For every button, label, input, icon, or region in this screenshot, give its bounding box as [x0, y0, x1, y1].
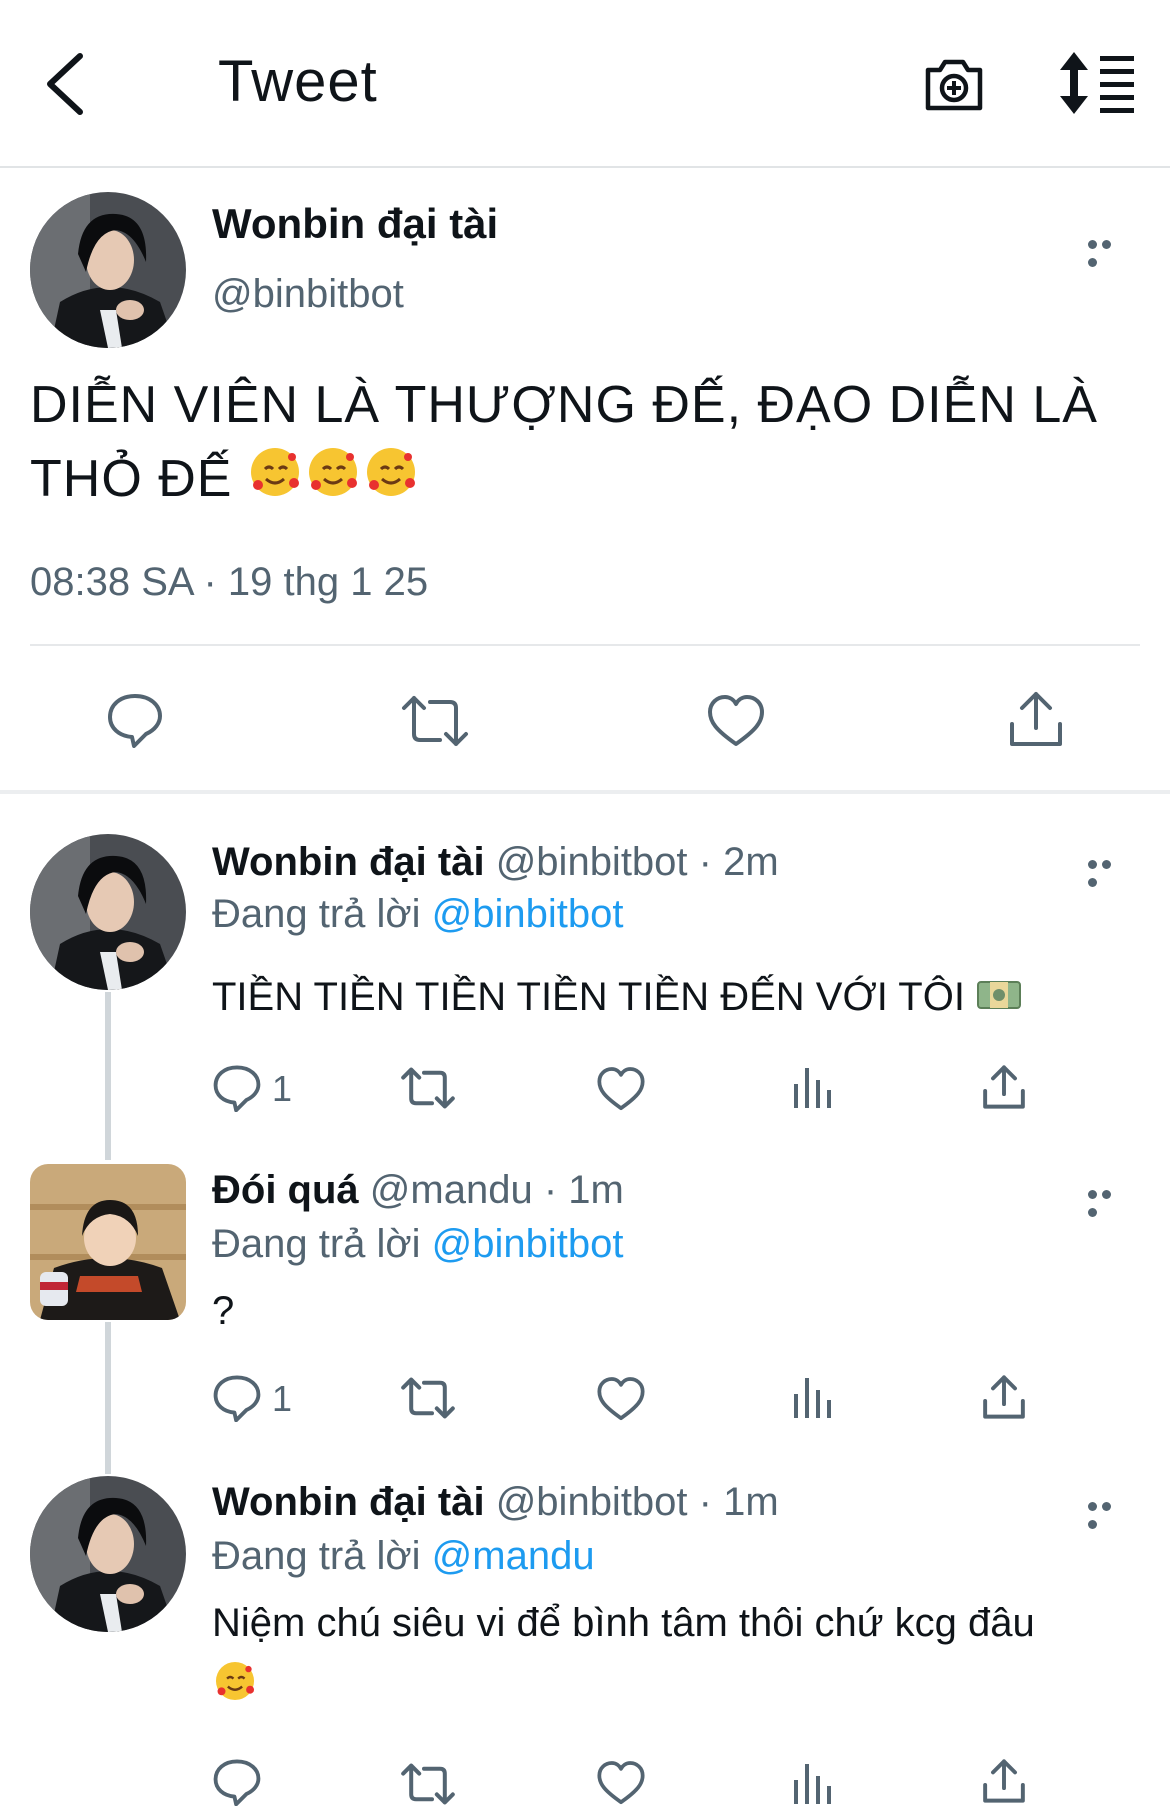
retweet-icon[interactable]	[400, 694, 470, 748]
tweet-text: DIỄN VIÊN LÀ THƯỢNG ĐẾ, ĐẠO DIỄN LÀ THỎ …	[30, 368, 1140, 521]
share-icon[interactable]	[982, 1758, 1026, 1804]
section-divider	[0, 790, 1170, 794]
reply-header: Wonbin đại tài @binbitbot · 1m	[212, 1476, 779, 1528]
avatar[interactable]	[30, 834, 186, 990]
share-icon[interactable]	[1008, 690, 1064, 748]
avatar[interactable]	[30, 1476, 186, 1632]
mention-link[interactable]: @binbitbot	[432, 892, 624, 936]
share-icon[interactable]	[982, 1374, 1026, 1420]
views-icon[interactable]	[792, 1376, 834, 1420]
reply-icon[interactable]	[212, 1374, 262, 1422]
reply-time: · 1m	[698, 1480, 779, 1524]
thread-line	[105, 992, 111, 1160]
author-name[interactable]: Wonbin đại tài	[212, 1480, 485, 1524]
retweet-icon[interactable]	[400, 1066, 456, 1110]
reply-icon[interactable]	[212, 1758, 262, 1806]
avatar[interactable]	[30, 1164, 186, 1320]
mention-link[interactable]: @mandu	[432, 1534, 595, 1578]
reply-count: 1	[272, 1068, 293, 1109]
tweet-timestamp[interactable]: 08:38 SA · 19 thg 1 25	[30, 560, 428, 605]
author-handle[interactable]: @binbitbot	[496, 840, 688, 884]
like-icon[interactable]	[596, 1376, 646, 1422]
reply-text: Niệm chú siêu vi để bình tâm thôi chứ kc…	[212, 1590, 1142, 1724]
author-name[interactable]: Đói quá	[212, 1168, 359, 1212]
reply-icon[interactable]	[106, 692, 164, 748]
sort-icon[interactable]	[1058, 50, 1136, 116]
avatar[interactable]	[30, 192, 186, 348]
retweet-icon[interactable]	[400, 1376, 456, 1420]
more-icon[interactable]	[1088, 1186, 1128, 1217]
views-icon[interactable]	[792, 1066, 834, 1110]
reply-time: · 1m	[543, 1168, 624, 1212]
back-arrow-icon[interactable]	[42, 52, 92, 116]
money-emoji	[976, 966, 1022, 1032]
reply-time: · 2m	[698, 840, 779, 884]
author-handle[interactable]: @mandu	[370, 1168, 533, 1212]
reply-count: 1	[272, 1378, 293, 1419]
reply-text: TIỀN TIỀN TIỀN TIỀN TIỀN ĐẾN VỚI TÔI	[212, 964, 1142, 1032]
like-icon[interactable]	[596, 1066, 646, 1112]
top-bar	[0, 0, 1170, 168]
retweet-icon[interactable]	[400, 1762, 456, 1806]
more-icon[interactable]	[1088, 236, 1128, 267]
author-name[interactable]: Wonbin đại tài	[212, 200, 498, 248]
author-name[interactable]: Wonbin đại tài	[212, 840, 485, 884]
reply-header: Đói quá @mandu · 1m	[212, 1164, 624, 1216]
replying-to: Đang trả lời @binbitbot	[212, 1222, 624, 1266]
more-icon[interactable]	[1088, 1498, 1128, 1529]
mention-link[interactable]: @binbitbot	[432, 1222, 624, 1266]
author-handle[interactable]: @binbitbot	[212, 272, 404, 317]
divider	[30, 644, 1140, 646]
like-icon[interactable]	[596, 1760, 646, 1806]
share-icon[interactable]	[982, 1064, 1026, 1110]
author-handle[interactable]: @binbitbot	[496, 1480, 688, 1524]
replying-to: Đang trả lời @binbitbot	[212, 892, 624, 936]
camera-add-icon[interactable]	[922, 52, 986, 116]
smiling-hearts-emoji	[248, 443, 418, 521]
views-icon[interactable]	[792, 1762, 834, 1806]
thread-line	[105, 1322, 111, 1474]
reply-text: ?	[212, 1289, 235, 1333]
reply-icon[interactable]	[212, 1064, 262, 1112]
smiling-hearts-emoji	[212, 1658, 258, 1724]
page-title: Tweet	[218, 49, 378, 114]
reply-header: Wonbin đại tài @binbitbot · 2m	[212, 836, 779, 888]
replying-to: Đang trả lời @mandu	[212, 1534, 595, 1578]
like-icon[interactable]	[706, 694, 766, 748]
more-icon[interactable]	[1088, 856, 1128, 887]
